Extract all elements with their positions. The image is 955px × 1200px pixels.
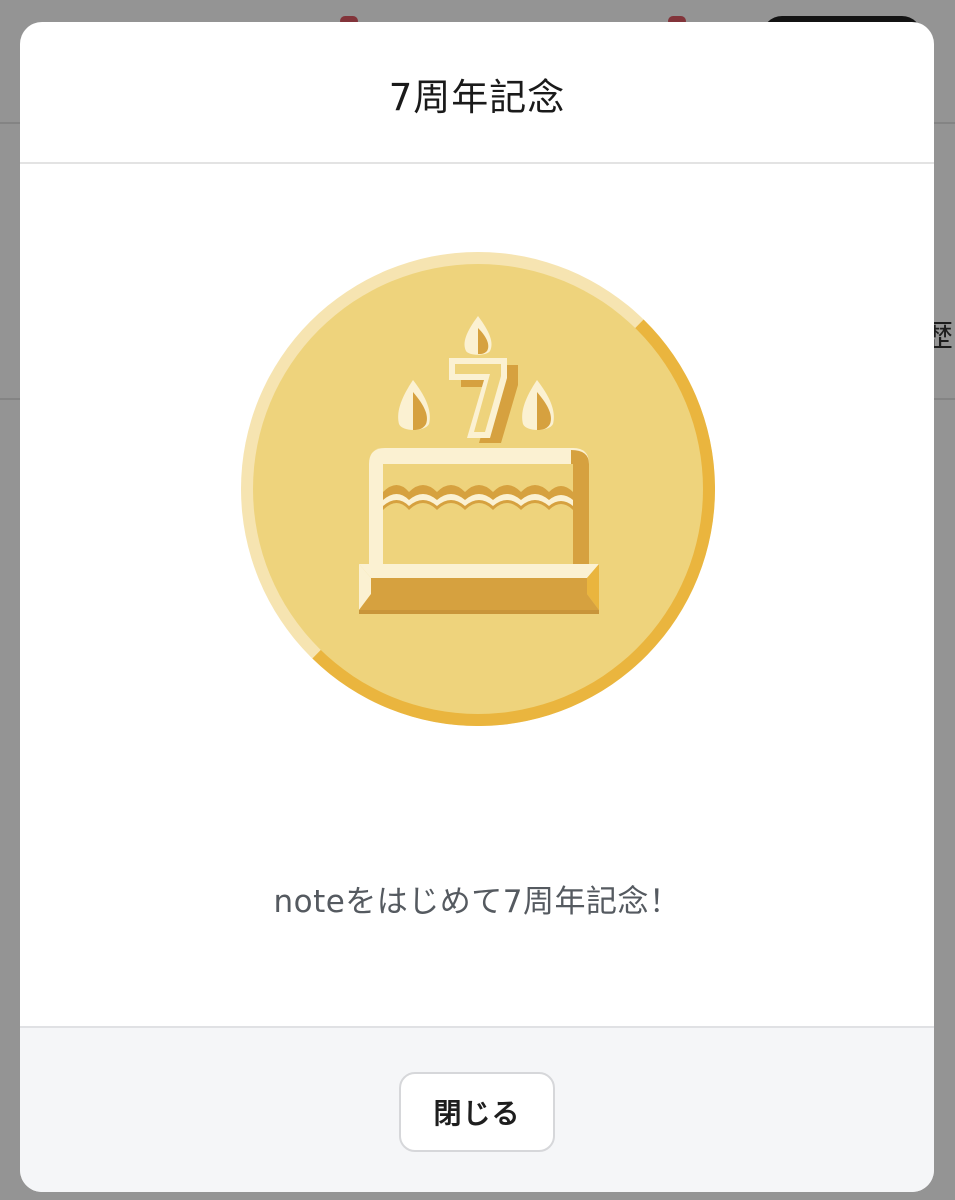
anniversary-badge — [241, 252, 715, 726]
anniversary-message: noteをはじめて7周年記念！ — [273, 884, 681, 920]
cake-plate — [359, 564, 599, 614]
cake — [369, 448, 589, 568]
close-button[interactable]: 閉じる — [399, 1072, 555, 1152]
modal-body: noteをはじめて7周年記念！ — [20, 164, 934, 1026]
modal-title: 7周年記念 — [388, 76, 566, 119]
anniversary-modal: 7周年記念 noteをはじめて7周年記念！ 閉じる — [20, 22, 934, 1192]
birthday-cake-icon — [241, 252, 715, 726]
modal-header: 7周年記念 — [20, 22, 934, 164]
modal-footer: 閉じる — [20, 1026, 934, 1192]
